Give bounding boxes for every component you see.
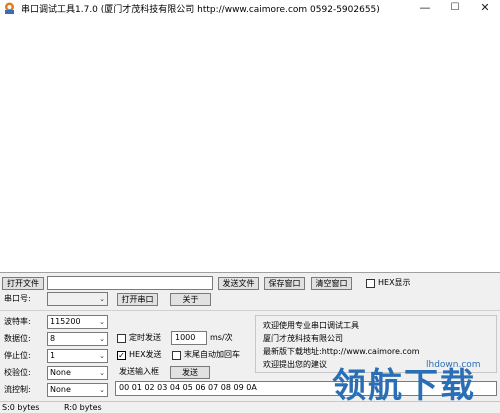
save-window-button[interactable]: 保存窗口 [264,277,305,290]
hex-send-checkbox[interactable]: ✓ [117,351,126,360]
data-bits-label: 数据位: [4,334,31,343]
send-button[interactable]: 发送 [170,366,210,379]
flow-control-value: None [50,385,71,394]
send-input-label: 发送输入框 [119,367,159,376]
chevron-down-icon: ⌄ [99,295,105,303]
minimize-button[interactable]: — [410,0,440,17]
stop-bits-label: 停止位: [4,351,31,360]
port-label: 串口号: [4,294,31,303]
auto-newline-label: 末尾自动加回车 [184,350,240,359]
chevron-down-icon: ⌄ [99,386,105,394]
interval-unit: ms/次 [210,333,233,342]
port-select[interactable]: ⌄ [47,292,108,306]
clear-window-button[interactable]: 清空窗口 [311,277,352,290]
receive-textarea[interactable] [0,17,500,273]
info-line-welcome: 欢迎使用专业串口调试工具 [263,321,359,330]
flow-control-select[interactable]: None ⌄ [47,383,108,397]
info-line-download: 最新版下载地址:http://www.caimore.com [263,347,420,356]
chevron-down-icon: ⌄ [99,318,105,326]
info-line-suggestion: 欢迎提出您的建议 [263,360,327,369]
auto-newline-checkbox[interactable] [172,351,181,360]
about-button[interactable]: 关于 [170,293,211,306]
received-bytes: R:0 bytes [64,403,102,412]
hex-display-checkbox[interactable] [366,279,375,288]
data-bits-value: 8 [50,334,56,343]
open-port-button[interactable]: 打开串口 [117,293,158,306]
hex-display-label: HEX显示 [378,278,411,287]
stop-bits-value: 1 [50,351,56,360]
info-line-company: 厦门才茂科技有限公司 [263,334,343,343]
sent-bytes: S:0 bytes [2,403,40,412]
close-button[interactable]: ✕ [470,0,500,17]
data-bits-select[interactable]: 8 ⌄ [47,332,108,346]
interval-input[interactable]: 1000 [171,331,207,345]
open-file-button[interactable]: 打开文件 [2,277,44,290]
stop-bits-select[interactable]: 1 ⌄ [47,349,108,363]
maximize-button[interactable]: ☐ [440,0,470,17]
file-path-input[interactable] [47,276,213,290]
baud-select[interactable]: 115200 ⌄ [47,315,108,329]
timed-send-checkbox[interactable] [117,334,126,343]
status-bar: S:0 bytes R:0 bytes [0,401,500,413]
app-icon [5,2,14,14]
title-bar: 串口调试工具1.7.0 (厦门才茂科技有限公司 http://www.caimo… [0,0,500,17]
parity-label: 校验位: [4,368,31,377]
timed-send-label: 定时发送 [129,333,161,342]
baud-label: 波特率: [4,317,31,326]
hex-send-label: HEX发送 [129,350,162,359]
window-title: 串口调试工具1.7.0 (厦门才茂科技有限公司 http://www.caimo… [21,5,380,15]
flow-control-label: 流控制: [4,385,31,394]
chevron-down-icon: ⌄ [99,369,105,377]
parity-value: None [50,368,71,377]
chevron-down-icon: ⌄ [99,335,105,343]
send-file-button[interactable]: 发送文件 [218,277,259,290]
parity-select[interactable]: None ⌄ [47,366,108,380]
chevron-down-icon: ⌄ [99,352,105,360]
baud-value: 115200 [50,317,81,326]
divider [0,310,500,311]
watermark-brand: 领航下载 [332,366,476,406]
